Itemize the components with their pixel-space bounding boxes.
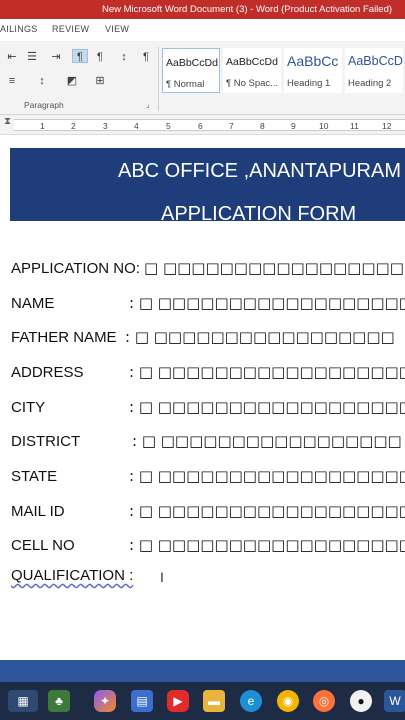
field-label: CITY: [11, 399, 46, 416]
field-label: CELL NO: [11, 537, 75, 554]
field-label: NAME: [11, 295, 55, 312]
github-icon[interactable]: ●: [350, 690, 372, 712]
header-banner: ABC OFFICE ,ANANTAPURAM APPLICATION FORM: [10, 148, 405, 225]
field-father-name[interactable]: FATHER NAME : □ □□□□□□□□□□□□□□□□□: [11, 327, 405, 349]
field-boxes: : □ □□□□□□□□□□□□□□□□□□: [129, 363, 405, 381]
tab-review[interactable]: REVIEW: [52, 24, 89, 34]
sort-icon[interactable]: ↕: [116, 50, 132, 64]
field-boxes: : □ □□□□□□□□□□□□□□□□□□: [129, 536, 405, 554]
ruler-number: 6: [198, 121, 203, 131]
borders-icon[interactable]: ⊞: [92, 74, 108, 88]
document-page[interactable]: ABC OFFICE ,ANANTAPURAM APPLICATION FORM…: [0, 136, 405, 660]
ltr-text-direction-icon[interactable]: ¶: [72, 49, 88, 63]
field-qualification[interactable]: QUALIFICATION :: [11, 567, 133, 584]
widgets-icon[interactable]: ▦: [8, 690, 38, 712]
line-spacing-icon[interactable]: ↕: [34, 74, 50, 88]
decrease-indent-icon[interactable]: ⇤: [4, 50, 20, 64]
file-explorer-icon[interactable]: ▬: [203, 690, 225, 712]
taskbar: ▦ ♣ ✦ ▤ ▶ ▬ e ◉ ◎ ● W: [0, 682, 405, 720]
field-address[interactable]: ADDRESS : □ □□□□□□□□□□□□□□□□□□: [11, 362, 405, 384]
field-boxes: : □ □□□□□□□□□□□□□□□□□□: [129, 502, 405, 520]
office-title: ABC OFFICE ,ANANTAPURAM: [118, 160, 401, 182]
ruler-number: 2: [71, 121, 76, 131]
style-name: Heading 2: [348, 78, 392, 89]
field-boxes: : □ □□□□□□□□□□□□□□□□□□: [129, 398, 405, 416]
field-label: MAIL ID: [11, 503, 65, 520]
ruler-number: 10: [319, 121, 329, 131]
chrome-icon[interactable]: ◉: [277, 690, 299, 712]
field-boxes: : □ □□□□□□□□□□□□□□□□□□: [129, 467, 405, 485]
field-label: QUALIFICATION :: [11, 567, 134, 584]
title-bar: New Microsoft Word Document (3) - Word (…: [0, 0, 405, 19]
field-boxes: : □ □□□□□□□□□□□□□□□□□: [125, 328, 395, 346]
tab-mailings[interactable]: AILINGS: [0, 24, 38, 34]
horizontal-ruler[interactable]: ⧗ 1 2 3 4 5 6 7 8 9 10 11 12: [0, 115, 405, 135]
style-heading-2[interactable]: AaBbCcD Heading 2: [345, 48, 403, 93]
ruler-number: 7: [229, 121, 234, 131]
outdent-icon[interactable]: ☰: [24, 50, 40, 64]
style-sample: AaBbCc: [287, 53, 339, 69]
form-title: APPLICATION FORM: [161, 203, 357, 225]
rtl-text-direction-icon[interactable]: ¶: [92, 50, 108, 64]
word-window: { "window": { "title": "New Microsoft Wo…: [0, 0, 405, 720]
field-state[interactable]: STATE : □ □□□□□□□□□□□□□□□□□□: [11, 466, 405, 488]
field-name[interactable]: NAME : □ □□□□□□□□□□□□□□□□□□: [11, 293, 405, 315]
ruler-number: 11: [350, 121, 359, 131]
show-formatting-icon[interactable]: ¶: [138, 50, 154, 64]
ruler-number: 12: [382, 121, 392, 131]
ruler-track: 1 2 3 4 5 6 7 8 9 10 11 12: [14, 119, 405, 131]
field-application-no[interactable]: APPLICATION NO: □ □□□□□□□□□□□□□□□□□: [11, 258, 405, 280]
calendar-app-icon[interactable]: ▤: [131, 690, 153, 712]
copilot-icon[interactable]: ✦: [94, 690, 116, 712]
window-title: New Microsoft Word Document (3) - Word (…: [102, 4, 393, 15]
style-name: ¶ Normal: [166, 79, 205, 90]
field-cell-no[interactable]: CELL NO : □ □□□□□□□□□□□□□□□□□□: [11, 535, 405, 557]
field-city[interactable]: CITY : □ □□□□□□□□□□□□□□□□□□: [11, 397, 405, 419]
group-divider: [158, 47, 159, 111]
increase-indent-icon[interactable]: ⇥: [48, 50, 64, 64]
field-label: DISTRICT: [11, 433, 81, 450]
ribbon-tabs: AILINGS REVIEW VIEW: [0, 19, 405, 41]
ruler-number: 9: [291, 121, 296, 131]
paragraph-group-label: Paragraph: [24, 100, 64, 110]
ruler-number: 5: [166, 121, 171, 131]
field-mail-id[interactable]: MAIL ID : □ □□□□□□□□□□□□□□□□□□: [11, 501, 405, 523]
style-sample: AaBbCcDd: [226, 56, 278, 68]
justify-icon[interactable]: ≡: [4, 74, 20, 88]
dialog-launcher-icon[interactable]: ⌟: [146, 100, 150, 109]
youtube-icon[interactable]: ▶: [167, 690, 189, 712]
field-boxes: : □ □□□□□□□□□□□□□□□□□: [132, 432, 402, 450]
field-label: STATE: [11, 468, 58, 485]
style-name: Heading 1: [287, 78, 331, 89]
indent-marker-icon[interactable]: ⧗: [4, 116, 11, 127]
ruler-number: 4: [134, 121, 139, 131]
ruler-number: 1: [40, 121, 45, 131]
style-sample: AaBbCcDd: [166, 57, 218, 69]
style-normal[interactable]: AaBbCcDd ¶ Normal: [162, 48, 220, 93]
field-label: APPLICATION NO:: [11, 260, 140, 277]
field-district[interactable]: DISTRICT : □ □□□□□□□□□□□□□□□□□: [11, 431, 405, 453]
word-icon[interactable]: W: [384, 690, 405, 712]
style-heading-1[interactable]: AaBbCc Heading 1: [284, 48, 342, 93]
ruler-number: 8: [260, 121, 265, 131]
field-label: ADDRESS: [11, 364, 84, 381]
style-sample: AaBbCcD: [348, 54, 403, 68]
tab-view[interactable]: VIEW: [105, 24, 129, 34]
text-cursor-icon: I: [160, 569, 164, 585]
shading-icon[interactable]: ◩: [64, 74, 80, 88]
ribbon: ⇤ ☰ ⇥ ¶ ¶ ↕ ¶ ≡ ↕ ◩ ⊞ Paragraph ⌟ AaBbCc…: [0, 41, 405, 115]
ruler-number: 3: [103, 121, 108, 131]
field-label: FATHER NAME: [11, 329, 117, 346]
style-name: ¶ No Spac...: [226, 78, 279, 89]
edge-icon[interactable]: e: [240, 690, 262, 712]
firefox-icon[interactable]: ◎: [313, 690, 335, 712]
status-bar: [0, 660, 405, 682]
store-bag-icon[interactable]: ♣: [48, 690, 70, 712]
style-no-spacing[interactable]: AaBbCcDd ¶ No Spac...: [223, 48, 281, 93]
field-boxes: : □ □□□□□□□□□□□□□□□□□□: [129, 294, 405, 312]
field-boxes: □ □□□□□□□□□□□□□□□□□: [144, 259, 404, 277]
